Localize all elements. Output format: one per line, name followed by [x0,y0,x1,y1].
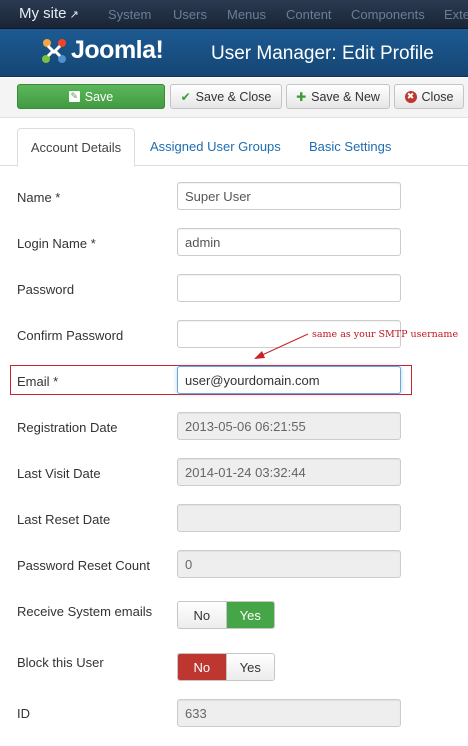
menu-users[interactable]: Users [173,7,207,22]
joomla-logo-icon [42,39,66,63]
menu-components[interactable]: Components [351,7,425,22]
tab-assigned-user-groups[interactable]: Assigned User Groups [150,128,281,166]
tab-bar: Account Details Assigned User Groups Bas… [0,128,468,167]
email-label: Email * [17,374,59,389]
save-button[interactable]: ✎ Save [17,84,165,109]
page-header: Joomla! User Manager: Edit Profile [0,29,468,77]
tab-basic-settings[interactable]: Basic Settings [309,128,391,166]
save-close-button[interactable]: ✔ Save & Close [170,84,282,109]
receive-system-emails-toggle: No Yes [177,601,275,629]
password-reset-count-label: Password Reset Count [17,558,150,573]
save-new-label: Save & New [311,89,380,104]
plus-icon: ✚ [296,89,307,104]
name-label: Name * [17,190,61,205]
close-button[interactable]: ✖ Close [394,84,464,109]
last-visit-date-field: 2014-01-24 03:32:44 [177,458,401,486]
menu-extensions[interactable]: Exte [444,7,468,22]
external-link-icon: ↗ [69,9,79,21]
save-new-button[interactable]: ✚ Save & New [286,84,390,109]
receive-system-emails-yes[interactable]: Yes [225,602,274,628]
password-label: Password [17,282,75,297]
save-icon: ✎ [68,91,80,102]
close-circle-icon: ✖ [404,90,417,103]
last-reset-date-label: Last Reset Date [17,512,111,527]
id-label: ID [17,706,30,721]
brand-wordmark: Joomla! [71,36,164,64]
password-reset-count-field: 0 [177,550,401,578]
registration-date-field: 2013-05-06 06:21:55 [177,412,401,440]
check-icon: ✔ [180,89,191,104]
registration-date-label: Registration Date [17,420,118,435]
receive-system-emails-label: Receive System emails [17,604,153,619]
smtp-annotation: same as your SMTP username [312,329,459,340]
save-label: Save [84,89,114,104]
confirm-password-label: Confirm Password [17,328,124,343]
last-reset-date-field [177,504,401,532]
admin-topbar: My site ↗ System Users Menus Content Comp… [0,0,468,29]
id-field: 633 [177,699,401,727]
name-field[interactable]: Super User [177,182,401,210]
toolbar: ✎ Save ✔ Save & Close ✚ Save & New ✖ Clo… [0,78,468,118]
save-close-label: Save & Close [195,89,272,104]
login-name-field[interactable]: admin [177,228,401,256]
tab-account-details[interactable]: Account Details [17,128,135,167]
close-label: Close [421,89,454,104]
last-visit-date-label: Last Visit Date [17,466,101,481]
login-name-label: Login Name * [17,236,96,251]
site-link[interactable]: My site ↗ [19,5,79,22]
menu-menus[interactable]: Menus [227,7,266,22]
email-field[interactable]: user@yourdomain.com [177,366,401,394]
password-field[interactable] [177,274,401,302]
menu-system[interactable]: System [108,7,151,22]
block-user-toggle: No Yes [177,653,275,681]
page-title: User Manager: Edit Profile [211,43,434,64]
block-user-yes[interactable]: Yes [225,654,274,680]
block-user-no[interactable]: No [178,654,226,680]
annotation-arrow-icon [254,333,309,359]
receive-system-emails-no[interactable]: No [178,602,226,628]
site-name[interactable]: My site [19,5,67,22]
menu-content[interactable]: Content [286,7,332,22]
block-user-label: Block this User [17,655,104,670]
